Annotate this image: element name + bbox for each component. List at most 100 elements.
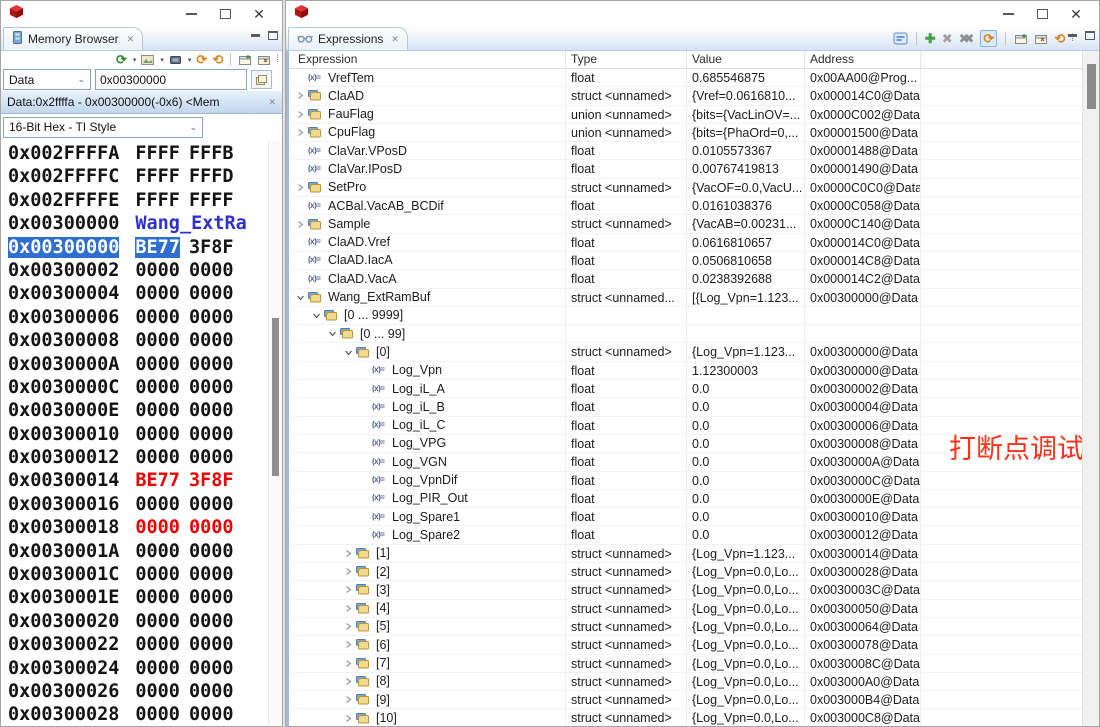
memory-row[interactable]: 0x00300016 0000 0000 (8, 493, 268, 516)
expression-row[interactable]: Sample struct <unnamed> {VacAB=0.00231... 0… (289, 215, 1099, 234)
expression-row[interactable]: (x)= VrefTem float 0.685546875 0x00AA00@Prog… (289, 69, 1099, 88)
window-close-button[interactable]: ✕ (242, 1, 276, 27)
expression-row[interactable]: Wang_ExtRamBuf struct <unnamed... [{Log_Vp… (289, 288, 1099, 307)
maximize-view-button[interactable] (268, 31, 278, 40)
expression-row[interactable]: (x)= ClaAD.VacA float 0.0238392688 0x000014C… (289, 270, 1099, 289)
expressions-scrollbar[interactable] (1082, 51, 1099, 726)
expression-row[interactable]: [3] struct <unnamed> {Log_Vpn=0.0,Lo... 0x0… (289, 581, 1099, 600)
format-select[interactable]: 16-Bit Hex - TI Style ⌄ (3, 116, 203, 138)
memory-row[interactable]: 0x00300010 0000 0000 (8, 423, 268, 446)
expression-row[interactable]: [8] struct <unnamed> {Log_Vpn=0.0,Lo... 0x0… (289, 672, 1099, 692)
collapse-arrow-icon[interactable] (344, 348, 353, 357)
memory-row[interactable]: 0x002FFFFE FFFF FFFF (8, 189, 268, 212)
dropdown-arrow-icon[interactable]: ▾ (188, 56, 192, 64)
expression-row[interactable]: (x)= Log_iL_B float 0.0 0x00300004@Data (289, 398, 1099, 417)
memory-row[interactable]: 0x00300006 0000 0000 (8, 306, 268, 329)
memory-row[interactable]: 0x0030000C 0000 0000 (8, 376, 268, 399)
minimize-view-button[interactable] (1068, 34, 1077, 37)
expression-row[interactable]: [0 ... 99] (289, 325, 1099, 344)
scrollbar-thumb[interactable] (1087, 64, 1096, 109)
memory-row[interactable]: 0x00300028 0000 0000 (8, 703, 268, 726)
expression-row[interactable]: (x)= Log_VpnDif float 0.0 0x0030000C@Data (289, 471, 1099, 490)
expression-row[interactable]: [0 ... 9999] (289, 306, 1099, 326)
expand-arrow-icon[interactable] (296, 110, 305, 119)
expand-arrow-icon[interactable] (344, 622, 353, 631)
expand-arrow-icon[interactable] (344, 659, 353, 668)
memory-row[interactable]: 0x00300012 0000 0000 (8, 446, 268, 469)
expand-arrow-icon[interactable] (344, 549, 353, 558)
close-tab-icon[interactable]: ✕ (127, 34, 135, 45)
column-header-value[interactable]: Value (687, 51, 805, 68)
window-close-button[interactable]: ✕ (1059, 1, 1093, 27)
memory-row[interactable]: 0x0030001C 0000 0000 (8, 563, 268, 586)
show-type-names-button[interactable] (893, 32, 908, 45)
expand-arrow-icon[interactable] (344, 585, 353, 594)
tab-memory-browser[interactable]: Memory Browser ✕ (3, 27, 144, 50)
window-maximize-button[interactable] (1025, 1, 1059, 27)
window-minimize-button[interactable] (991, 1, 1025, 27)
view-menu-icon[interactable]: ⁞ (276, 54, 279, 65)
expression-row[interactable]: ClaAD struct <unnamed> {Vref=0.0616810... 0… (289, 87, 1099, 106)
expression-row[interactable]: [9] struct <unnamed> {Log_Vpn=0.0,Lo... 0x0… (289, 691, 1099, 710)
expand-arrow-icon[interactable] (296, 91, 305, 100)
expression-row[interactable]: (x)= ClaAD.Vref float 0.0616810657 0x000014C… (289, 233, 1099, 252)
refresh-button[interactable]: ⟳ (196, 52, 207, 67)
expression-row[interactable]: (x)= ClaVar.VPosD float 0.0105573367 0x00001… (289, 142, 1099, 161)
remove-all-expressions-button[interactable]: ✖ ✖ (959, 31, 975, 46)
expression-row[interactable]: [10] struct <unnamed> {Log_Vpn=0.0,Lo... 0x… (289, 709, 1099, 726)
titlebar[interactable]: ✕ (1, 1, 282, 27)
collapse-arrow-icon[interactable] (296, 293, 305, 302)
memory-row[interactable]: 0x00300000 Wang_ExtRa (8, 212, 268, 235)
memory-address-input[interactable] (95, 69, 247, 90)
expand-arrow-icon[interactable] (344, 677, 353, 686)
expression-row[interactable]: [6] struct <unnamed> {Log_Vpn=0.0,Lo... 0x0… (289, 636, 1099, 655)
remove-expression-button[interactable]: ✖ (942, 31, 953, 46)
expression-row[interactable]: FauFlag union <unnamed> {bits={VacLinOV=..… (289, 105, 1099, 124)
column-header-type[interactable]: Type (566, 51, 687, 68)
memory-row[interactable]: 0x0030000A 0000 0000 (8, 353, 268, 376)
column-header-address[interactable]: Address (805, 51, 921, 68)
save-memory-button[interactable] (141, 54, 155, 66)
minimize-view-button[interactable] (251, 34, 260, 37)
expression-row[interactable]: [4] struct <unnamed> {Log_Vpn=0.0,Lo... 0x0… (289, 599, 1099, 618)
expression-row[interactable]: (x)= Log_PIR_Out float 0.0 0x0030000E@Data (289, 489, 1099, 509)
expression-row[interactable]: [7] struct <unnamed> {Log_Vpn=0.0,Lo... 0x0… (289, 654, 1099, 673)
refresh-toggle-button[interactable]: ⟳ (980, 30, 998, 47)
expand-arrow-icon[interactable] (344, 604, 353, 613)
expression-row[interactable]: (x)= ACBal.VacAB_BCDif float 0.0161038376 0x… (289, 197, 1099, 216)
expression-row[interactable]: (x)= Log_Spare2 float 0.0 0x00300012@Data (289, 526, 1099, 545)
go-button[interactable] (251, 70, 272, 89)
expand-arrow-icon[interactable] (296, 183, 305, 192)
column-header-expression[interactable]: Expression (289, 51, 566, 68)
expand-arrow-icon[interactable] (296, 128, 305, 137)
load-memory-button[interactable] (169, 55, 182, 65)
collapse-arrow-icon[interactable] (328, 329, 337, 338)
expression-row[interactable]: [1] struct <unnamed> {Log_Vpn=1.123... 0x00… (289, 544, 1099, 564)
reload-button[interactable]: ⟲ (1054, 31, 1065, 46)
expression-row[interactable]: [5] struct <unnamed> {Log_Vpn=0.0,Lo... 0x0… (289, 617, 1099, 637)
expression-row[interactable]: [2] struct <unnamed> {Log_Vpn=0.0,Lo... 0x0… (289, 563, 1099, 582)
expression-row[interactable]: (x)= ClaAD.IacA float 0.0506810658 0x000014C… (289, 251, 1099, 271)
reload-button[interactable]: ⟲ (212, 52, 223, 67)
collapse-arrow-icon[interactable] (312, 311, 321, 320)
window-maximize-button[interactable] (208, 1, 242, 27)
titlebar[interactable]: ✕ (286, 1, 1099, 27)
expression-row[interactable]: [0] struct <unnamed> {Log_Vpn=1.123... 0x00… (289, 343, 1099, 362)
memory-dump[interactable]: 0x002FFFFA FFFF FFFB 0x002FFFFC FFFF FFFD 0x00… (1, 141, 268, 726)
dropdown-arrow-icon[interactable]: ▾ (160, 56, 164, 64)
close-tab-icon[interactable]: ✕ (391, 34, 399, 45)
memory-row[interactable]: 0x00300026 0000 0000 (8, 680, 268, 703)
dropdown-arrow-icon[interactable]: ▾ (133, 56, 137, 64)
add-expression-button[interactable]: ✚ (925, 31, 936, 46)
memory-row[interactable]: 0x00300014 BE77 3F8F (8, 469, 268, 492)
expression-row[interactable]: (x)= ClaVar.IPosD float 0.00767419813 0x0000… (289, 160, 1099, 179)
memory-row[interactable]: 0x00300004 0000 0000 (8, 282, 268, 305)
memory-row[interactable]: 0x00300024 0000 0000 (8, 657, 268, 680)
auto-refresh-button[interactable]: ⟳ (116, 52, 127, 67)
expand-arrow-icon[interactable] (344, 567, 353, 576)
new-tab-button[interactable] (238, 54, 252, 66)
memory-row[interactable]: 0x0030000E 0000 0000 (8, 399, 268, 422)
memory-row[interactable]: 0x002FFFFC FFFF FFFD (8, 165, 268, 188)
memory-row[interactable]: 0x0030001A 0000 0000 (8, 540, 268, 563)
expand-arrow-icon[interactable] (344, 695, 353, 704)
